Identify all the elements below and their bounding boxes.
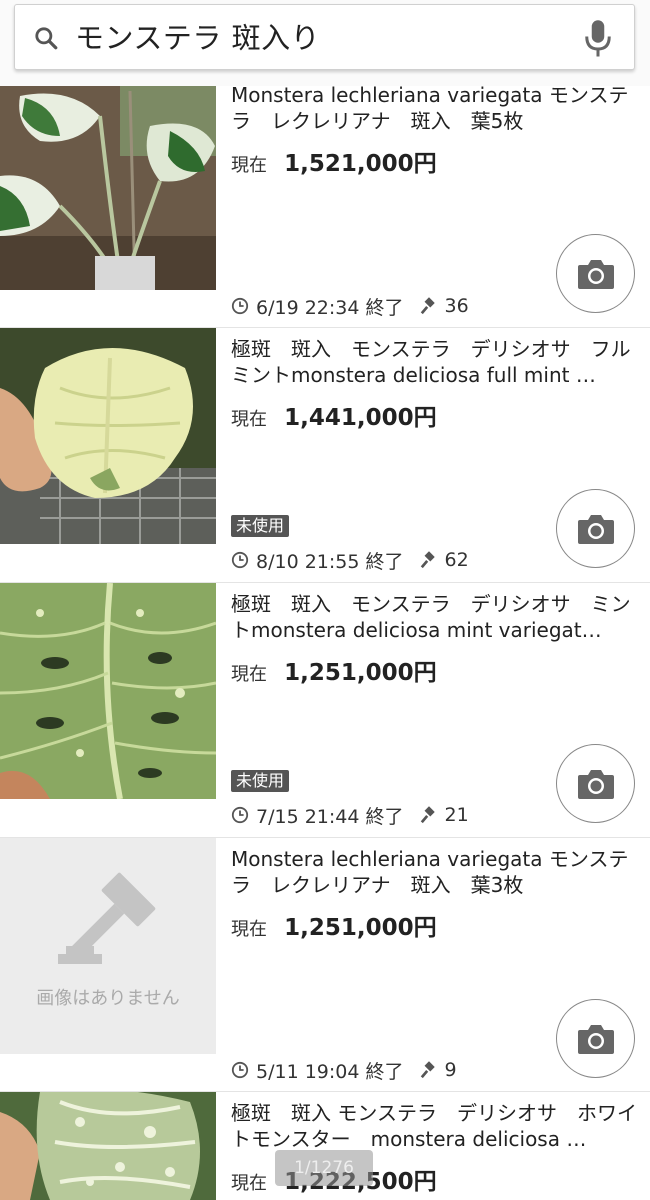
current-price: 1,251,000円 (284, 660, 437, 686)
price-line: 現在 1,441,000円 (231, 398, 641, 432)
price-label: 現在 (231, 664, 267, 685)
listing-meta: 7/15 21:44 終了 21 (231, 802, 469, 828)
bid-count: 21 (444, 804, 469, 826)
camera-icon (577, 259, 614, 289)
listing-row[interactable]: 極斑 斑入 モンステラ デリシオサ ミントmonstera deliciosa … (0, 583, 650, 838)
search-icon[interactable] (33, 25, 59, 51)
clock-icon (231, 1061, 249, 1079)
bid-gavel-icon (420, 297, 435, 315)
price-line: 現在 1,251,000円 (231, 908, 641, 942)
listing-meta: 5/11 19:04 終了 9 (231, 1057, 457, 1083)
camera-icon (577, 514, 614, 544)
camera-icon (577, 769, 614, 799)
camera-search-button[interactable] (556, 234, 635, 313)
listing-info: 極斑 斑入 モンステラ デリシオサ フルミントmonstera delicios… (231, 336, 641, 432)
camera-search-button[interactable] (556, 489, 635, 568)
listing-title[interactable]: 極斑 斑入 モンステラ デリシオサ ミントmonstera deliciosa … (231, 591, 641, 643)
camera-icon (577, 1024, 614, 1054)
current-price: 1,441,000円 (284, 405, 437, 431)
no-image-placeholder[interactable]: 画像はありません (0, 838, 216, 1054)
page-indicator: 1/1276 (275, 1150, 373, 1186)
end-time: 5/11 19:04 終了 (256, 1060, 404, 1083)
speckled-leaf-photo (0, 583, 216, 799)
listing-thumbnail[interactable] (0, 328, 216, 544)
search-bar: モンステラ 斑入り (0, 0, 650, 86)
bid-count: 9 (444, 1059, 457, 1081)
clock-icon (231, 297, 249, 315)
listing-info: Monstera lechleriana variegata モンステラ レクレ… (231, 846, 641, 942)
current-price: 1,251,000円 (284, 915, 437, 941)
listing-title[interactable]: Monstera lechleriana variegata モンステラ レクレ… (231, 82, 641, 134)
variegated-monstera-plant-photo (0, 86, 216, 290)
listing-thumbnail[interactable] (0, 583, 216, 799)
listing-thumbnail[interactable] (0, 1092, 216, 1200)
bid-count: 62 (444, 549, 469, 571)
price-label: 現在 (231, 1173, 267, 1194)
listing-title[interactable]: 極斑 斑入 モンステラ デリシオサ フルミントmonstera delicios… (231, 336, 641, 388)
camera-search-button[interactable] (556, 999, 635, 1078)
listing-info: Monstera lechleriana variegata モンステラ レクレ… (231, 82, 641, 178)
bid-gavel-icon (420, 806, 435, 824)
listing-meta: 6/19 22:34 終了 36 (231, 293, 469, 319)
white-monster-leaf-photo (0, 1092, 216, 1200)
bid-gavel-icon (420, 551, 435, 569)
price-label: 現在 (231, 919, 267, 940)
search-input[interactable]: モンステラ 斑入り (75, 15, 320, 61)
current-price: 1,521,000円 (284, 151, 437, 177)
price-line: 現在 1,521,000円 (231, 144, 641, 178)
price-label: 現在 (231, 155, 267, 176)
listing-title[interactable]: 極斑 斑入 モンステラ デリシオサ ホワイトモンスター monstera del… (231, 1100, 641, 1152)
listing-row[interactable]: 画像はありません Monstera lechleriana variegata … (0, 838, 650, 1092)
listing-row[interactable]: 極斑 斑入 モンステラ デリシオサ フルミントmonstera delicios… (0, 328, 650, 583)
bid-gavel-icon (420, 1061, 435, 1079)
listing-row[interactable]: Monstera lechleriana variegata モンステラ レクレ… (0, 74, 650, 328)
condition-badge: 未使用 (231, 770, 290, 792)
price-label: 現在 (231, 409, 267, 430)
end-time: 7/15 21:44 終了 (256, 805, 404, 828)
clock-icon (231, 551, 249, 569)
mic-icon[interactable] (583, 19, 613, 59)
camera-search-button[interactable] (556, 744, 635, 823)
bid-count: 36 (444, 295, 469, 317)
listing-thumbnail[interactable] (0, 86, 216, 290)
clock-icon (231, 806, 249, 824)
listing-meta: 8/10 21:55 終了 62 (231, 547, 469, 573)
condition-badge: 未使用 (231, 515, 290, 537)
end-time: 6/19 22:34 終了 (256, 296, 404, 319)
gavel-placeholder-icon (58, 872, 156, 964)
search-box[interactable]: モンステラ 斑入り (14, 4, 635, 70)
listing-title[interactable]: Monstera lechleriana variegata モンステラ レクレ… (231, 846, 641, 898)
no-image-label: 画像はありません (36, 988, 180, 1009)
price-line: 現在 1,251,000円 (231, 653, 641, 687)
hand-holding-mint-leaf-photo (0, 328, 216, 544)
listing-info: 極斑 斑入 モンステラ デリシオサ ミントmonstera deliciosa … (231, 591, 641, 687)
end-time: 8/10 21:55 終了 (256, 550, 404, 573)
